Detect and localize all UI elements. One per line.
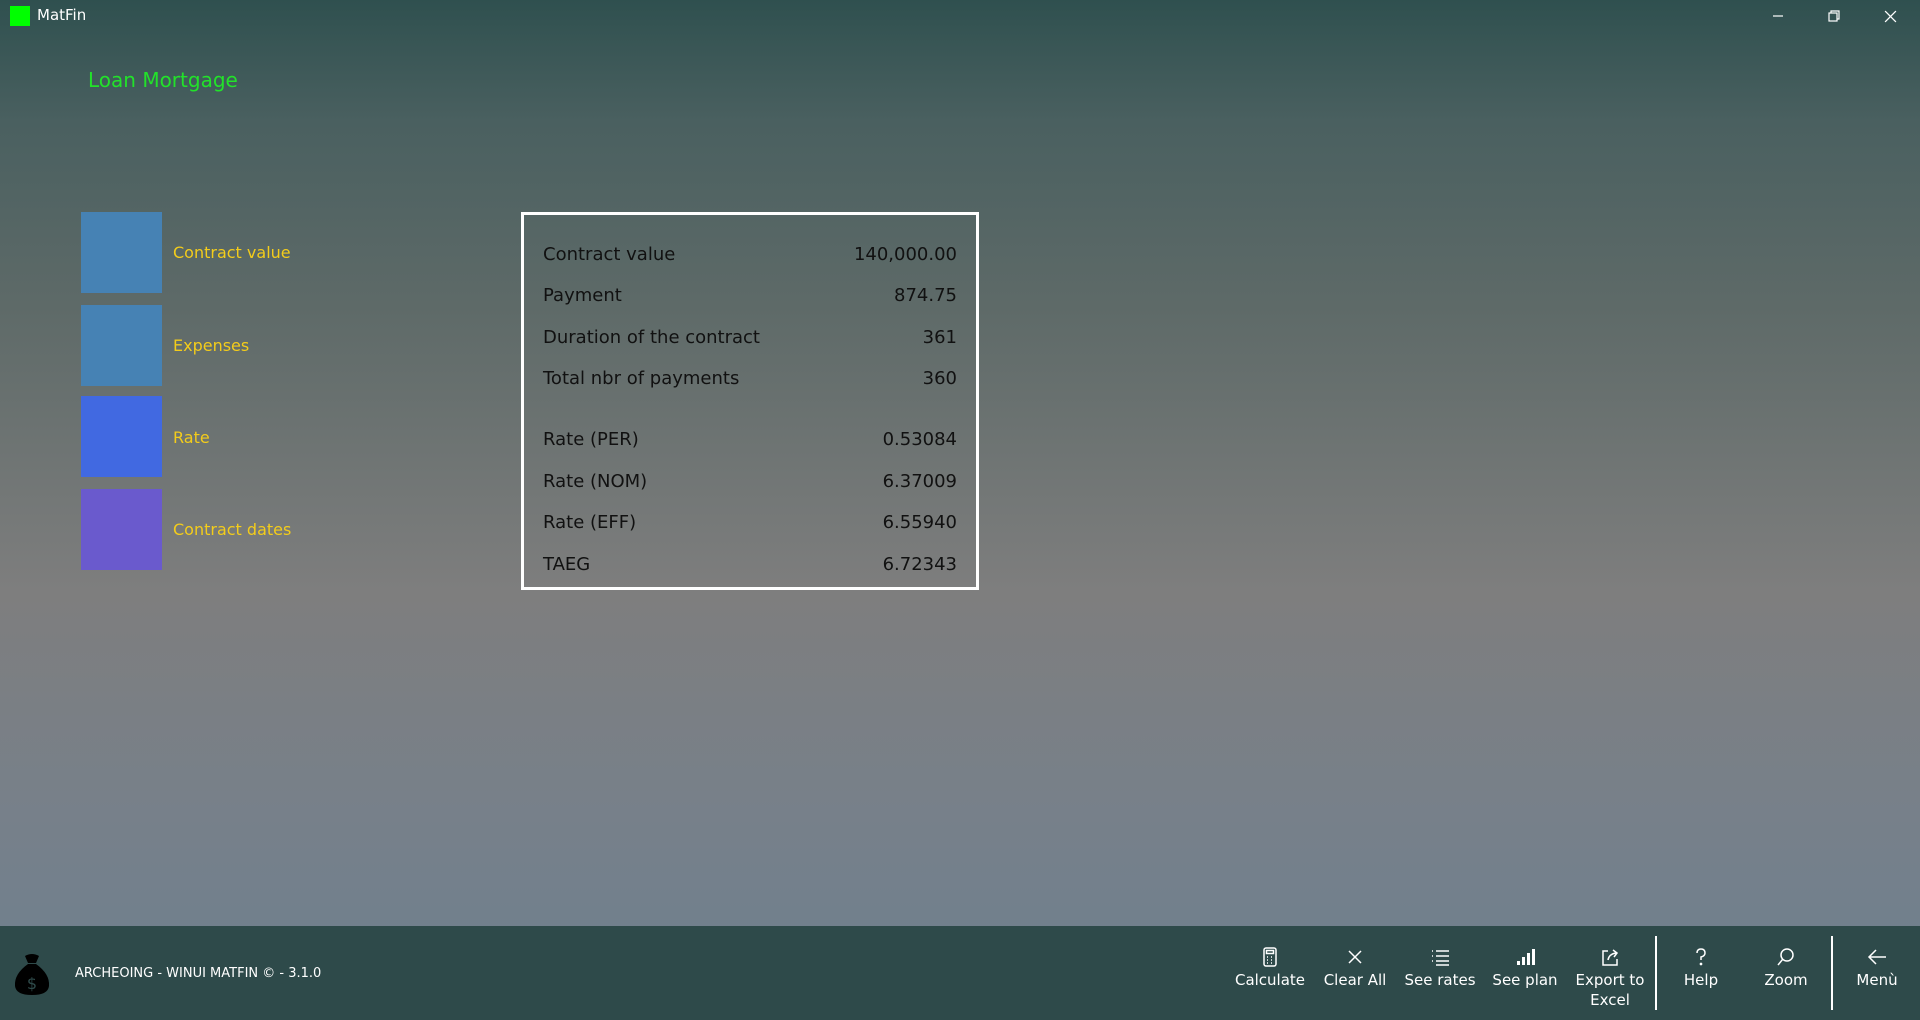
result-label: Rate (PER) — [543, 428, 639, 450]
contract-dates-tile[interactable] — [81, 489, 162, 570]
minimize-icon — [1773, 15, 1783, 17]
expenses-label[interactable]: Expenses — [173, 336, 249, 355]
menu-label: Menù — [1856, 971, 1898, 989]
command-separator — [1831, 936, 1833, 1010]
page-title: Loan Mortgage — [88, 68, 238, 92]
result-value: 6.55940 — [882, 511, 957, 533]
app-title: MatFin — [37, 6, 87, 24]
restore-icon — [1828, 10, 1840, 22]
result-row: Rate (EFF) 6.55940 — [543, 507, 957, 537]
list-icon — [1432, 950, 1449, 966]
export-to-excel-label: Export to Excel — [1575, 971, 1645, 1009]
result-value: 874.75 — [894, 284, 957, 306]
results-panel: Contract value 140,000.00 Payment 874.75… — [521, 212, 979, 590]
search-icon — [1777, 948, 1794, 966]
see-plan-button[interactable]: See plan — [1483, 946, 1567, 990]
result-value: 6.72343 — [882, 553, 957, 575]
back-arrow-icon — [1867, 949, 1886, 965]
command-bar: $ ARCHEOING - WINUI MATFIN © - 3.1.0 Cal… — [0, 926, 1920, 1020]
result-value: 0.53084 — [882, 428, 957, 450]
zoom-button[interactable]: Zoom — [1744, 946, 1828, 990]
result-row: Rate (PER) 0.53084 — [543, 424, 957, 454]
minimize-button[interactable] — [1750, 0, 1806, 32]
command-separator — [1655, 936, 1657, 1010]
close-icon — [1348, 950, 1362, 964]
result-label: Contract value — [543, 243, 676, 265]
share-icon — [1602, 949, 1619, 966]
rate-tile[interactable] — [81, 396, 162, 477]
footer-copyright: ARCHEOING - WINUI MATFIN © - 3.1.0 — [75, 966, 322, 981]
contract-value-label[interactable]: Contract value — [173, 243, 291, 262]
result-label: TAEG — [543, 553, 591, 575]
calculate-button[interactable]: Calculate — [1228, 946, 1312, 990]
result-value: 6.37009 — [882, 470, 957, 492]
see-plan-label: See plan — [1492, 971, 1558, 989]
rate-label[interactable]: Rate — [173, 428, 210, 447]
export-to-excel-button[interactable]: Export to Excel — [1568, 946, 1652, 1010]
app-logo-icon — [10, 6, 30, 26]
result-row: Rate (NOM) 6.37009 — [543, 466, 957, 496]
result-row: Contract value 140,000.00 — [543, 239, 957, 269]
close-icon — [1884, 10, 1896, 22]
result-row: Duration of the contract 361 — [543, 322, 957, 352]
restore-button[interactable] — [1806, 0, 1862, 32]
calculator-icon — [1263, 947, 1277, 967]
result-label: Rate (EFF) — [543, 511, 637, 533]
result-label: Duration of the contract — [543, 326, 760, 348]
close-button[interactable] — [1862, 0, 1918, 32]
result-row: Total nbr of payments 360 — [543, 363, 957, 393]
bar-chart-icon — [1517, 949, 1535, 965]
expenses-tile[interactable] — [81, 305, 162, 386]
help-label: Help — [1683, 971, 1719, 989]
result-value: 361 — [922, 326, 957, 348]
result-row: TAEG 6.72343 — [543, 549, 957, 579]
zoom-label: Zoom — [1764, 971, 1808, 989]
contract-value-tile[interactable] — [81, 212, 162, 293]
result-label: Total nbr of payments — [543, 367, 740, 389]
help-icon — [1696, 948, 1706, 966]
title-bar: MatFin — [0, 0, 1920, 32]
result-label: Payment — [543, 284, 622, 306]
result-label: Rate (NOM) — [543, 470, 648, 492]
menu-button[interactable]: Menù — [1835, 946, 1919, 990]
result-row: Payment 874.75 — [543, 280, 957, 310]
clear-all-label: Clear All — [1323, 971, 1387, 989]
calculate-label: Calculate — [1234, 971, 1306, 989]
see-rates-button[interactable]: See rates — [1398, 946, 1482, 990]
contract-dates-label[interactable]: Contract dates — [173, 520, 291, 539]
clear-all-button[interactable]: Clear All — [1313, 946, 1397, 990]
help-button[interactable]: Help — [1659, 946, 1743, 990]
svg-text:$: $ — [27, 974, 37, 993]
money-bag-icon: $ — [14, 954, 50, 995]
see-rates-label: See rates — [1404, 971, 1476, 989]
result-value: 360 — [922, 367, 957, 389]
result-value: 140,000.00 — [853, 243, 957, 265]
